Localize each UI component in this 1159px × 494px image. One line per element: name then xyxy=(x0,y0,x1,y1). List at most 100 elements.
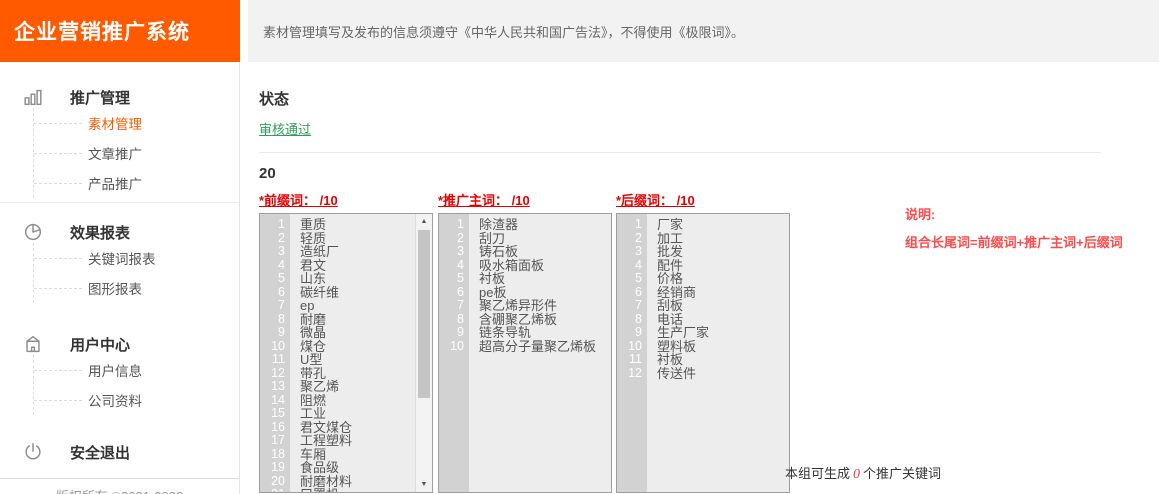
word-item: 刮刀 xyxy=(479,232,611,246)
sidebar-item-company-profile[interactable]: 公司资料 xyxy=(34,385,239,415)
line-number: 21 xyxy=(260,488,285,493)
word-item: 加工 xyxy=(657,232,789,246)
keyword-summary: 本组可生成0个推广关键词 xyxy=(785,463,941,483)
app-title: 企业营销推广系统 xyxy=(0,0,240,62)
line-number: 9 xyxy=(617,326,642,340)
line-number: 10 xyxy=(439,340,464,354)
line-number: 17 xyxy=(260,434,285,448)
word-item: pe板 xyxy=(479,286,611,300)
word-item: 价格 xyxy=(657,272,789,286)
note: 说明: 组合长尾词=前缀词+推广主词+后缀词 xyxy=(905,204,1123,251)
sidebar-item-user-info[interactable]: 用户信息 xyxy=(34,355,239,385)
word-item: 耐磨 xyxy=(300,313,415,327)
line-number: 5 xyxy=(260,272,285,286)
status-label: 状态 xyxy=(259,88,1159,109)
main-words-header: *推广主词： /10 xyxy=(438,190,612,209)
line-number: 7 xyxy=(439,299,464,313)
word-item: 食品级 xyxy=(300,461,415,475)
suffix-words-box[interactable]: 123456789101112 厂家加工批发配件价格经销商刮板电话生产厂家塑料板… xyxy=(616,213,790,493)
word-item: 微晶 xyxy=(300,326,415,340)
line-number: 18 xyxy=(260,448,285,462)
line-number: 6 xyxy=(260,286,285,300)
sidebar-item-product-promotion[interactable]: 产品推广 xyxy=(34,168,239,198)
sidebar-item-article-promotion[interactable]: 文章推广 xyxy=(34,138,239,168)
line-number: 14 xyxy=(260,394,285,408)
status-value-link[interactable]: 审核通过 xyxy=(259,119,311,138)
note-body: 组合长尾词=前缀词+推广主词+后缀词 xyxy=(905,232,1123,251)
tree-connector xyxy=(34,370,82,371)
tree-connector xyxy=(34,183,82,184)
word-item: 衬板 xyxy=(479,272,611,286)
section-divider xyxy=(259,152,1101,153)
word-item: 煤仓 xyxy=(300,340,415,354)
bar-chart-icon xyxy=(22,86,46,108)
sidebar-item-keyword-report[interactable]: 关键词报表 xyxy=(34,243,239,273)
line-number: 15 xyxy=(260,407,285,421)
line-number: 9 xyxy=(439,326,464,340)
word-item: 轻质 xyxy=(300,232,415,246)
line-number: 19 xyxy=(260,461,285,475)
prefix-words-column: *前缀词： /10 123456789101112131415161718192… xyxy=(259,190,433,493)
sidebar-group-reports[interactable]: 效果报表 xyxy=(0,221,239,243)
tree-connector xyxy=(34,153,82,154)
word-item: 塑料板 xyxy=(657,340,789,354)
word-item: U型 xyxy=(300,353,415,367)
sidebar-item-graph-report[interactable]: 图形报表 xyxy=(34,273,239,303)
line-number-gutter: 123456789101112131415161718192021 xyxy=(260,214,290,492)
word-item: 君文 xyxy=(300,259,415,273)
prefix-words-box[interactable]: 123456789101112131415161718192021 重质轻质造纸… xyxy=(259,213,433,493)
line-number-gutter: 123456789101112 xyxy=(617,214,647,492)
line-number: 4 xyxy=(617,259,642,273)
line-number: 1 xyxy=(260,218,285,232)
line-number: 10 xyxy=(617,340,642,354)
sidebar: 推广管理 素材管理 文章推广 产品推广 效果报表 xyxy=(0,62,240,494)
line-number: 3 xyxy=(260,245,285,259)
copyright-text: 版权所有 ©2021-2022 xyxy=(0,486,239,494)
sidebar-group-user-center[interactable]: 用户中心 xyxy=(0,333,239,355)
main-words-box[interactable]: 12345678910 除渣器刮刀铸石板吸水箱面板衬板pe板聚乙烯异形件含硼聚乙… xyxy=(438,213,612,493)
word-item: 碳纤维 xyxy=(300,286,415,300)
line-number: 3 xyxy=(439,245,464,259)
line-number: 11 xyxy=(617,353,642,367)
word-list: 重质轻质造纸厂君文山东碳纤维ep耐磨微晶煤仓U型带孔聚乙烯阻燃工业君文煤仓工程塑… xyxy=(290,214,415,493)
scrollbar-thumb[interactable] xyxy=(418,230,430,398)
word-item: 重质 xyxy=(300,218,415,232)
sidebar-submenu-promotion: 素材管理 文章推广 产品推广 xyxy=(33,108,239,198)
word-item: 除渣器 xyxy=(479,218,611,232)
tree-connector xyxy=(34,400,82,401)
line-number: 6 xyxy=(439,286,464,300)
scroll-down-icon[interactable]: ▼ xyxy=(416,477,432,492)
sidebar-divider xyxy=(0,202,239,203)
line-number: 13 xyxy=(260,380,285,394)
building-icon xyxy=(22,333,46,355)
line-number: 7 xyxy=(617,299,642,313)
sidebar-submenu-user-center: 用户信息 公司资料 xyxy=(33,355,239,415)
tree-connector xyxy=(34,288,82,289)
summary-prefix: 本组可生成 xyxy=(785,466,850,481)
notice-bar: 素材管理填写及发布的信息须遵守《中华人民共和国广告法》，不得使用《极限词》。 xyxy=(248,0,1159,62)
line-number: 2 xyxy=(617,232,642,246)
sidebar-submenu-reports: 关键词报表 图形报表 xyxy=(33,243,239,303)
line-number: 2 xyxy=(439,232,464,246)
note-title: 说明: xyxy=(905,204,1123,223)
sidebar-group-label: 效果报表 xyxy=(70,222,130,243)
word-item: 电话 xyxy=(657,313,789,327)
summary-count: 0 xyxy=(853,467,860,482)
line-number: 2 xyxy=(260,232,285,246)
vertical-scrollbar[interactable]: ▲ ▼ xyxy=(415,214,432,492)
suffix-words-column: *后缀词： /10 123456789101112 厂家加工批发配件价格经销商刮… xyxy=(616,190,790,493)
word-item: 厂家 xyxy=(657,218,789,232)
sidebar-group-promotion[interactable]: 推广管理 xyxy=(0,86,239,108)
word-item: 耐磨材料 xyxy=(300,475,415,489)
group-count: 20 xyxy=(259,165,1159,182)
line-number: 12 xyxy=(260,367,285,381)
word-item: 工程塑料 xyxy=(300,434,415,448)
line-number: 6 xyxy=(617,286,642,300)
sidebar-item-logout[interactable]: 安全退出 xyxy=(0,441,239,463)
line-number: 9 xyxy=(260,326,285,340)
word-item: 配件 xyxy=(657,259,789,273)
scroll-up-icon[interactable]: ▲ xyxy=(416,214,432,229)
sidebar-item-material-management[interactable]: 素材管理 xyxy=(34,108,239,138)
word-item: 吸水箱面板 xyxy=(479,259,611,273)
line-number-gutter: 12345678910 xyxy=(439,214,469,492)
